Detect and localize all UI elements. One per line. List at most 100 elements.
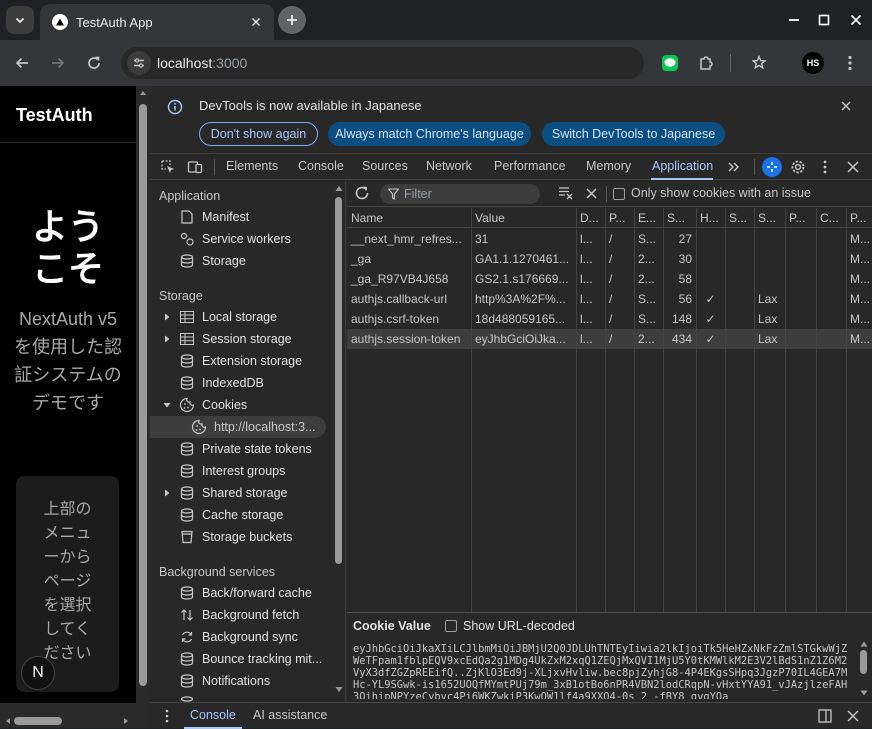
tab-application[interactable]: Application (651, 154, 714, 180)
table-row[interactable]: authjs.callback-url http%3A%2F%... l... / S.… (347, 289, 872, 309)
sidebar-item-service-workers[interactable]: Service workers (150, 228, 333, 250)
tab-elements[interactable]: Elements (226, 154, 278, 180)
maximize-button[interactable] (812, 8, 836, 32)
address-bar[interactable]: localhost:3000 (121, 47, 644, 79)
drawer-menu-icon[interactable] (165, 709, 169, 723)
col-header-path[interactable]: P... (605, 208, 634, 228)
column-divider[interactable] (634, 208, 635, 612)
table-row[interactable]: _ga_R97VB4J658 GS2.1.s176669... l... / 2... 5… (347, 269, 872, 289)
switch-to-japanese-button[interactable]: Switch DevTools to Japanese (542, 122, 725, 146)
col-header-value[interactable]: Value (471, 208, 576, 228)
col-header-size[interactable]: S... (663, 208, 696, 228)
sidebar-item-cookies[interactable]: Cookies (150, 394, 333, 416)
sidebar-item-extension-storage[interactable]: Extension storage (150, 350, 333, 372)
col-header-samesite[interactable]: S... (754, 208, 785, 228)
close-devtools-icon[interactable] (847, 161, 859, 173)
sidebar-item-shared-storage[interactable]: Shared storage (150, 482, 333, 504)
col-header-partition-key[interactable]: P... (785, 208, 816, 228)
page-vertical-scrollbar[interactable] (136, 86, 150, 703)
sidebar-item-manifest[interactable]: Manifest (150, 206, 333, 228)
tab-console[interactable]: Console (298, 154, 344, 180)
sidebar-item-bfcache[interactable]: Back/forward cache (150, 582, 333, 604)
col-header-httponly[interactable]: H... (696, 208, 725, 228)
col-header-expires[interactable]: E... (634, 208, 663, 228)
column-divider[interactable] (754, 208, 755, 612)
sidebar-item-storage-buckets[interactable]: Storage buckets (150, 526, 333, 548)
column-divider[interactable] (576, 208, 577, 612)
sidebar-item-private-state-tokens[interactable]: Private state tokens (150, 438, 333, 460)
new-tab-button[interactable] (278, 6, 306, 34)
show-url-decoded-checkbox[interactable] (445, 620, 457, 632)
table-row[interactable]: authjs.session-token eyJhbGciOiJka... l...… (347, 329, 872, 349)
sidebar-item-background-sync[interactable]: Background sync (150, 626, 333, 648)
browser-menu-button[interactable] (838, 51, 862, 75)
column-divider[interactable] (471, 208, 472, 612)
always-match-language-button[interactable]: Always match Chrome's language (328, 122, 531, 146)
page-horizontal-scrollbar[interactable] (0, 703, 150, 728)
page-vscroll-thumb[interactable] (139, 104, 147, 686)
column-divider[interactable] (605, 208, 606, 612)
line-extension-button[interactable] (658, 51, 682, 75)
site-brand[interactable]: TestAuth (0, 86, 136, 143)
sidebar-item-session-storage[interactable]: Session storage (150, 328, 333, 350)
col-header-cross-site[interactable]: C... (816, 208, 846, 228)
clear-filtered-cookies-icon[interactable] (558, 186, 574, 200)
drawer-tab-console[interactable]: Console (184, 703, 242, 729)
cookie-value-text[interactable]: eyJhbGciOiJkaXIiLCJlbmMiOiJBMjU2Q0JDLUhT… (353, 643, 851, 699)
tab-network[interactable]: Network (426, 154, 472, 180)
column-divider[interactable] (725, 208, 726, 612)
cookie-value-scroll-thumb[interactable] (860, 650, 867, 674)
back-button[interactable] (10, 51, 34, 75)
sidebar-item-interest-groups[interactable]: Interest groups (150, 460, 333, 482)
inspect-element-icon[interactable] (160, 159, 176, 175)
more-tabs-chevron-icon[interactable] (727, 160, 741, 174)
sidebar-item-cache-storage[interactable]: Cache storage (150, 504, 333, 526)
sidebar-item-indexeddb[interactable]: IndexedDB (150, 372, 333, 394)
extensions-button[interactable] (694, 51, 718, 75)
refresh-icon[interactable] (354, 185, 370, 201)
column-divider[interactable] (816, 208, 817, 612)
triangle-down-icon[interactable] (162, 400, 172, 410)
table-row[interactable]: authjs.csrf-token 18d488059165... l... / S..… (347, 309, 872, 329)
reading-list-button[interactable] (748, 51, 772, 75)
infobar-close-icon[interactable] (841, 101, 851, 111)
table-row[interactable]: _ga GA1.1.1270461... l... / 2... 30 M... (347, 249, 872, 269)
close-drawer-icon[interactable] (847, 710, 859, 722)
sidebar-item-partial[interactable] (150, 692, 333, 702)
tab-performance[interactable]: Performance (494, 154, 566, 180)
devtools-ai-badge-icon[interactable] (762, 157, 782, 177)
triangle-right-icon[interactable] (162, 488, 172, 498)
cookie-value-scrollbar[interactable] (858, 641, 870, 699)
device-toolbar-icon[interactable] (187, 159, 203, 175)
column-divider[interactable] (785, 208, 786, 612)
forward-button[interactable] (46, 51, 70, 75)
page-hscroll-thumb[interactable] (14, 717, 62, 725)
table-row[interactable]: __next_hmr_refres... 31 l... / S... 27 M... (347, 229, 872, 249)
browser-tab-active[interactable]: TestAuth App (40, 4, 274, 40)
column-divider[interactable] (696, 208, 697, 612)
sidebar-item-background-fetch[interactable]: Background fetch (150, 604, 333, 626)
dont-show-again-button[interactable]: Don't show again (199, 122, 318, 146)
close-window-button[interactable] (844, 8, 868, 32)
only-issues-checkbox[interactable] (613, 188, 625, 200)
tab-memory[interactable]: Memory (586, 154, 631, 180)
tab-close-button[interactable] (246, 12, 266, 32)
col-header-domain[interactable]: D... (576, 208, 605, 228)
sidebar-scroll-thumb[interactable] (335, 197, 342, 564)
sidebar-item-cookie-origin[interactable]: http://localhost:3... (150, 416, 326, 438)
drawer-tab-ai-assistance[interactable]: AI assistance (253, 703, 327, 729)
col-header-name[interactable]: Name (347, 208, 471, 228)
column-divider[interactable] (846, 208, 847, 612)
profile-avatar[interactable]: HS (802, 52, 824, 74)
triangle-right-icon[interactable] (162, 312, 172, 322)
sidebar-item-storage-overview[interactable]: Storage (150, 250, 333, 272)
col-header-secure[interactable]: S... (725, 208, 754, 228)
tab-search-button[interactable] (6, 6, 34, 34)
delete-all-cookies-icon[interactable] (586, 188, 597, 199)
site-info-button[interactable] (127, 51, 151, 75)
tab-sources[interactable]: Sources (362, 154, 408, 180)
cookies-filter-input[interactable]: Filter (380, 184, 540, 204)
reload-button[interactable] (82, 51, 106, 75)
col-header-priority[interactable]: P... (846, 208, 872, 228)
nextjs-dev-indicator[interactable]: N (21, 656, 55, 690)
